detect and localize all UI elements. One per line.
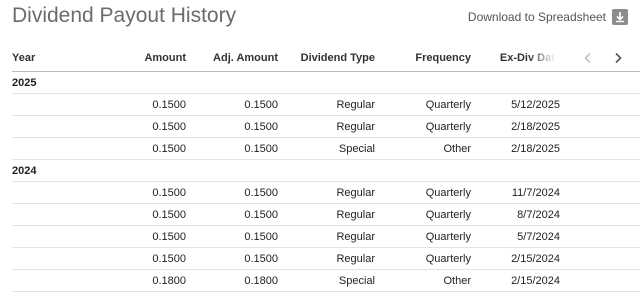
frequency-cell: Other xyxy=(375,137,471,160)
adj-amount-cell: 0.1500 xyxy=(186,137,278,160)
frequency-cell: Quarterly xyxy=(375,115,471,138)
year-cell xyxy=(12,181,100,204)
dividend-type-cell: Regular xyxy=(278,93,375,116)
table-row: 0.1500 0.1500 Regular Quarterly 5/7/2024… xyxy=(12,225,640,248)
column-scroll-controls xyxy=(568,44,640,71)
year-label: 2024 xyxy=(12,159,640,182)
dividend-table-container: Year Amount Adj. Amount Dividend Type Fr… xyxy=(12,44,640,294)
dividend-type-cell: Special xyxy=(278,269,375,292)
amount-cell: 0.1800 xyxy=(100,269,186,292)
year-cell xyxy=(12,93,100,116)
year-group-row: 2024 xyxy=(12,159,640,182)
table-row: 0.1500 0.1500 Regular Quarterly 8/7/2024… xyxy=(12,203,640,226)
adj-amount-cell: 0.1800 xyxy=(186,269,278,292)
amount-cell: 0.1500 xyxy=(100,93,186,116)
next-column-cell: 8 xyxy=(568,203,640,226)
next-column-cell: 5 xyxy=(568,225,640,248)
dividend-type-cell: Regular xyxy=(278,181,375,204)
frequency-cell: Quarterly xyxy=(375,247,471,270)
header-dividend-type: Dividend Type xyxy=(278,44,375,72)
dividend-type-cell: Special xyxy=(278,137,375,160)
adj-amount-cell: 0.1500 xyxy=(186,203,278,226)
frequency-cell: Other xyxy=(375,269,471,292)
dividend-type-cell: Regular xyxy=(278,203,375,226)
ex-div-date-cell: 2/15/2024 xyxy=(471,269,568,292)
year-cell xyxy=(12,203,100,226)
adj-amount-cell: 0.1500 xyxy=(186,225,278,248)
ex-div-date-cell: 5/7/2024 xyxy=(471,225,568,248)
year-cell xyxy=(12,247,100,270)
amount-cell: 0.1500 xyxy=(100,181,186,204)
header-frequency: Frequency xyxy=(375,44,471,72)
table-row: 0.1500 0.1500 Regular Quarterly 5/12/202… xyxy=(12,93,640,116)
year-cell xyxy=(12,115,100,138)
header-year: Year xyxy=(12,44,100,72)
amount-cell: 0.1500 xyxy=(100,225,186,248)
dividend-type-cell: Regular xyxy=(278,247,375,270)
chevron-left-icon[interactable] xyxy=(582,52,594,64)
amount-cell: 0.1500 xyxy=(100,137,186,160)
table-row: 0.1800 0.1800 Special Other 2/15/2024 2/ xyxy=(12,269,640,292)
chevron-right-icon[interactable] xyxy=(612,52,624,64)
adj-amount-cell: 0.1500 xyxy=(186,181,278,204)
table-header-row: Year Amount Adj. Amount Dividend Type Fr… xyxy=(12,44,640,72)
dividend-type-cell: Regular xyxy=(278,225,375,248)
frequency-cell: Quarterly xyxy=(375,93,471,116)
table-row: 0.1500 0.1500 Special Other 2/18/2025 2/ xyxy=(12,137,640,160)
year-label: 2025 xyxy=(12,71,640,94)
next-column-cell: 11 xyxy=(568,181,640,204)
year-cell xyxy=(12,269,100,292)
ex-div-date-cell: 2/18/2025 xyxy=(471,137,568,160)
adj-amount-cell: 0.1500 xyxy=(186,115,278,138)
header-fade xyxy=(528,44,568,71)
download-spreadsheet-button[interactable]: Download to Spreadsheet xyxy=(468,8,628,26)
frequency-cell: Quarterly xyxy=(375,203,471,226)
dividend-table: Year Amount Adj. Amount Dividend Type Fr… xyxy=(12,44,640,292)
header-ex-div-date: Ex-Div Date xyxy=(471,44,568,72)
amount-cell: 0.1500 xyxy=(100,247,186,270)
year-cell xyxy=(12,137,100,160)
ex-div-date-cell: 2/15/2024 xyxy=(471,247,568,270)
frequency-cell: Quarterly xyxy=(375,225,471,248)
year-cell xyxy=(12,225,100,248)
download-icon xyxy=(612,9,628,25)
next-column-cell: 2/ xyxy=(568,269,640,292)
download-label: Download to Spreadsheet xyxy=(467,10,606,24)
table-row: 0.1500 0.1500 Regular Quarterly 11/7/202… xyxy=(12,181,640,204)
table-row: 0.1500 0.1500 Regular Quarterly 2/18/202… xyxy=(12,115,640,138)
page-title: Dividend Payout History xyxy=(12,4,237,27)
next-column-cell: 2/ xyxy=(568,115,640,138)
next-column-cell: 2/ xyxy=(568,137,640,160)
dividend-type-cell: Regular xyxy=(278,115,375,138)
next-column-cell: 2/ xyxy=(568,247,640,270)
adj-amount-cell: 0.1500 xyxy=(186,93,278,116)
ex-div-date-cell: 5/12/2025 xyxy=(471,93,568,116)
frequency-cell: Quarterly xyxy=(375,181,471,204)
year-group-row: 2025 xyxy=(12,71,640,94)
adj-amount-cell: 0.1500 xyxy=(186,247,278,270)
amount-cell: 0.1500 xyxy=(100,203,186,226)
ex-div-date-cell: 2/18/2025 xyxy=(471,115,568,138)
ex-div-date-cell: 11/7/2024 xyxy=(471,181,568,204)
table-row: 0.1500 0.1500 Regular Quarterly 2/15/202… xyxy=(12,247,640,270)
header-adj-amount: Adj. Amount xyxy=(186,44,278,72)
amount-cell: 0.1500 xyxy=(100,115,186,138)
header-amount: Amount xyxy=(100,44,186,72)
next-column-cell: 5/ xyxy=(568,93,640,116)
ex-div-date-cell: 8/7/2024 xyxy=(471,203,568,226)
